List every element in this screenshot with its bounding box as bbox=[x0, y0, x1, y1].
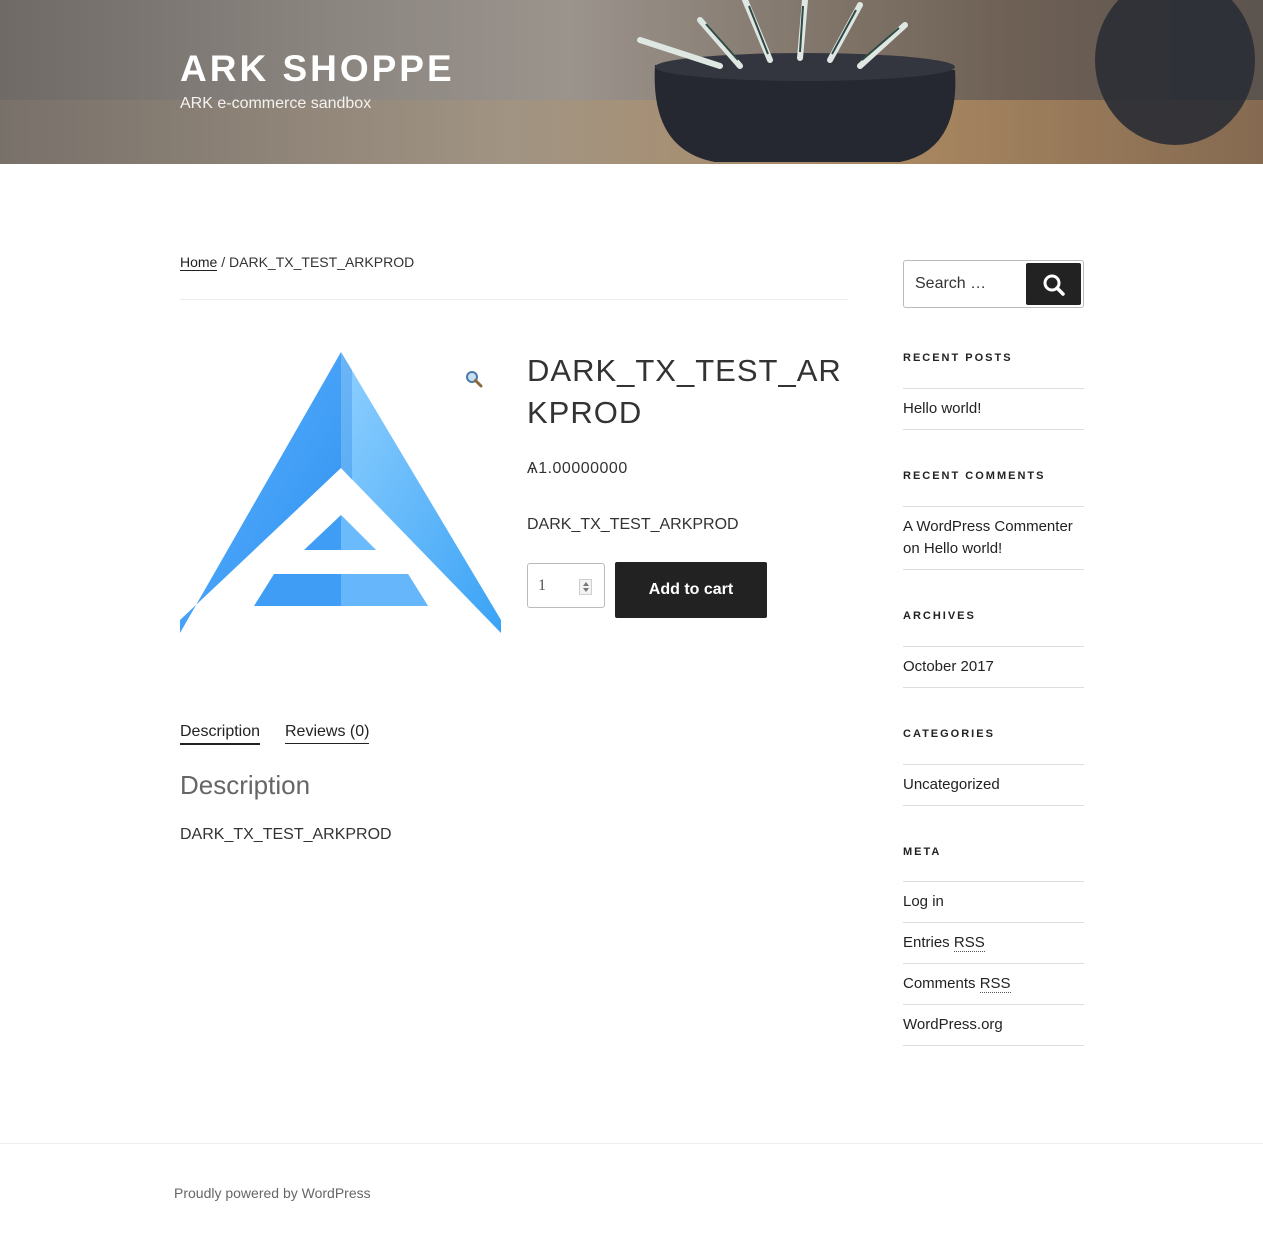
list-item: WordPress.org bbox=[903, 1004, 1084, 1046]
breadcrumb-separator: / bbox=[217, 254, 230, 270]
recent-posts-list: Hello world! bbox=[903, 388, 1084, 430]
description-heading: Description bbox=[180, 770, 311, 800]
product-short-description: DARK_TX_TEST_ARKPROD bbox=[527, 516, 739, 533]
product-price: Ѧ1.00000000 bbox=[527, 460, 628, 477]
footer-divider bbox=[0, 1143, 1263, 1144]
categories-title: CATEGORIES bbox=[903, 728, 995, 740]
meta-list: Log in Entries RSS Comments RSS WordPres… bbox=[903, 881, 1084, 1046]
archive-link[interactable]: October 2017 bbox=[903, 658, 994, 675]
search-icon bbox=[1043, 274, 1065, 296]
recent-posts-title: RECENT POSTS bbox=[903, 352, 1013, 364]
list-item: Comments RSS bbox=[903, 963, 1084, 1004]
entries-rss-abbr: RSS bbox=[953, 934, 985, 952]
breadcrumb: Home / DARK_TX_TEST_ARKPROD bbox=[180, 254, 415, 271]
footer-credit-link[interactable]: Proudly powered by WordPress bbox=[174, 1185, 371, 1201]
tab-reviews[interactable]: Reviews (0) bbox=[285, 723, 370, 744]
quantity-input[interactable] bbox=[538, 574, 578, 598]
archives-title: ARCHIVES bbox=[903, 610, 976, 622]
site-title[interactable]: ARK SHOPPE bbox=[180, 48, 455, 90]
list-item: A WordPress Commenter on Hello world! bbox=[903, 506, 1084, 570]
comment-author-link[interactable]: A WordPress Commenter bbox=[903, 518, 1073, 535]
comments-rss-link[interactable]: Comments RSS bbox=[903, 975, 1011, 993]
add-to-cart-button[interactable]: Add to cart bbox=[615, 562, 767, 618]
login-link[interactable]: Log in bbox=[903, 893, 944, 910]
wordpress-org-link[interactable]: WordPress.org bbox=[903, 1016, 1003, 1033]
magnifier-icon[interactable] bbox=[464, 369, 484, 389]
quantity-stepper[interactable] bbox=[527, 563, 605, 608]
recent-comments-title: RECENT COMMENTS bbox=[903, 470, 1046, 482]
meta-title: META bbox=[903, 846, 942, 858]
comments-rss-prefix: Comments bbox=[903, 975, 980, 992]
recent-comments-list: A WordPress Commenter on Hello world! bbox=[903, 506, 1084, 570]
product-image[interactable] bbox=[180, 350, 501, 636]
category-link[interactable]: Uncategorized bbox=[903, 776, 1000, 793]
description-body: DARK_TX_TEST_ARKPROD bbox=[180, 826, 392, 843]
breadcrumb-divider bbox=[180, 299, 848, 300]
product-title: DARK_TX_TEST_ARKPROD bbox=[527, 353, 842, 430]
breadcrumb-home-link[interactable]: Home bbox=[180, 254, 218, 271]
search-input[interactable] bbox=[915, 272, 1020, 296]
list-item: October 2017 bbox=[903, 646, 1084, 688]
entries-rss-prefix: Entries bbox=[903, 934, 954, 951]
categories-list: Uncategorized bbox=[903, 764, 1084, 806]
recent-post-link[interactable]: Hello world! bbox=[903, 400, 981, 417]
site-header: ARK SHOPPE ARK e-commerce sandbox bbox=[0, 0, 1263, 164]
breadcrumb-current: DARK_TX_TEST_ARKPROD bbox=[229, 254, 415, 270]
quantity-spin-buttons[interactable] bbox=[579, 579, 592, 595]
quantity-decrease-icon[interactable] bbox=[583, 588, 589, 592]
ark-logo-icon bbox=[180, 352, 501, 633]
search-form bbox=[903, 260, 1084, 308]
site-description: ARK e-commerce sandbox bbox=[180, 95, 372, 112]
list-item: Log in bbox=[903, 881, 1084, 922]
quantity-increase-icon[interactable] bbox=[583, 582, 589, 586]
tab-description[interactable]: Description bbox=[180, 723, 261, 745]
list-item: Hello world! bbox=[903, 388, 1084, 430]
comment-post-link[interactable]: Hello world! bbox=[924, 540, 1002, 557]
entries-rss-link[interactable]: Entries RSS bbox=[903, 934, 985, 952]
comments-rss-abbr: RSS bbox=[979, 975, 1011, 993]
archives-list: October 2017 bbox=[903, 646, 1084, 688]
list-item: Uncategorized bbox=[903, 764, 1084, 806]
search-button[interactable] bbox=[1026, 263, 1081, 305]
list-item: Entries RSS bbox=[903, 922, 1084, 963]
comment-connector: on bbox=[903, 540, 924, 557]
